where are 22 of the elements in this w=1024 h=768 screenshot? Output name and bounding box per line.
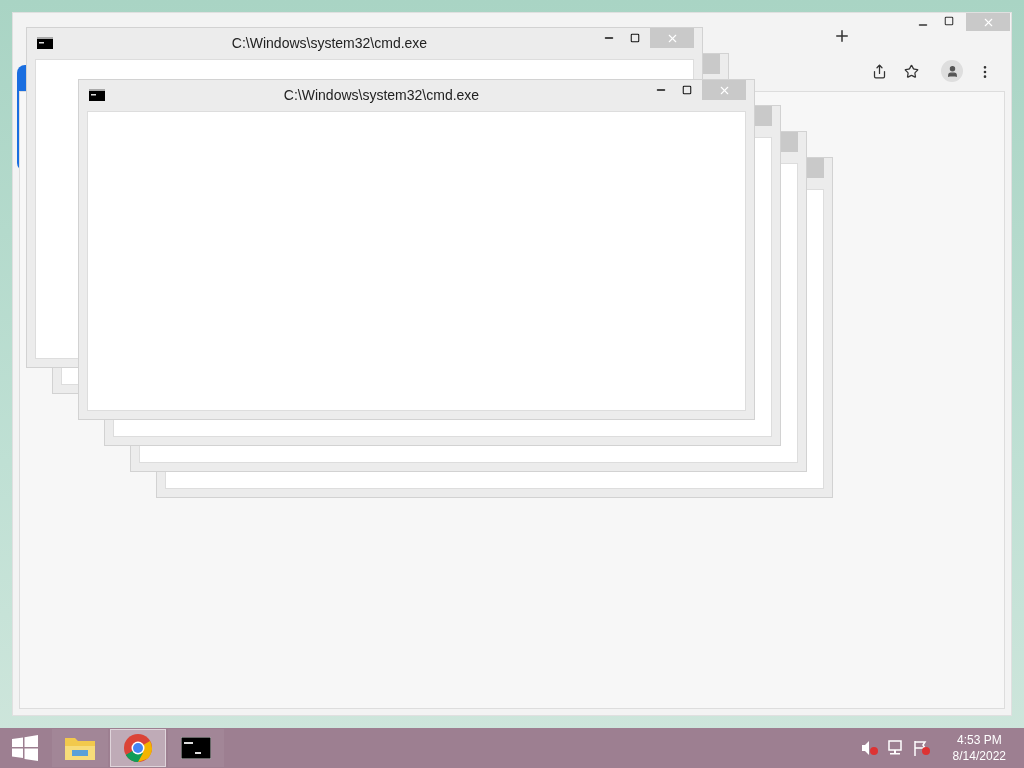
flag-icon[interactable] <box>912 740 931 756</box>
new-tab-icon[interactable] <box>833 27 851 45</box>
taskbar-app[interactable] <box>110 729 166 767</box>
windows-logo-icon[interactable] <box>12 735 38 761</box>
taskbar-app[interactable] <box>168 729 224 767</box>
clock-time[interactable]: 4:53 PM <box>956 732 1002 748</box>
window-title: C:\Windows\system32\cmd.exe <box>282 87 481 103</box>
maximize-icon <box>682 85 692 95</box>
share-icon[interactable] <box>872 64 887 79</box>
window-title: C:\Windows\system32\cmd.exe <box>230 35 429 51</box>
star-icon[interactable] <box>904 64 919 79</box>
maximize-icon <box>944 16 954 26</box>
maximize-button[interactable] <box>944 16 954 26</box>
console-icon <box>89 89 105 101</box>
profile-icon[interactable] <box>941 60 963 82</box>
console-icon[interactable] <box>181 737 211 759</box>
muted-speaker-icon[interactable] <box>860 740 879 756</box>
chrome-logo-icon[interactable] <box>123 733 153 763</box>
maximize-icon <box>630 33 640 43</box>
network-icon[interactable] <box>886 740 905 756</box>
console-icon <box>37 37 53 49</box>
clock-date[interactable]: 8/14/2022 <box>952 748 1006 764</box>
